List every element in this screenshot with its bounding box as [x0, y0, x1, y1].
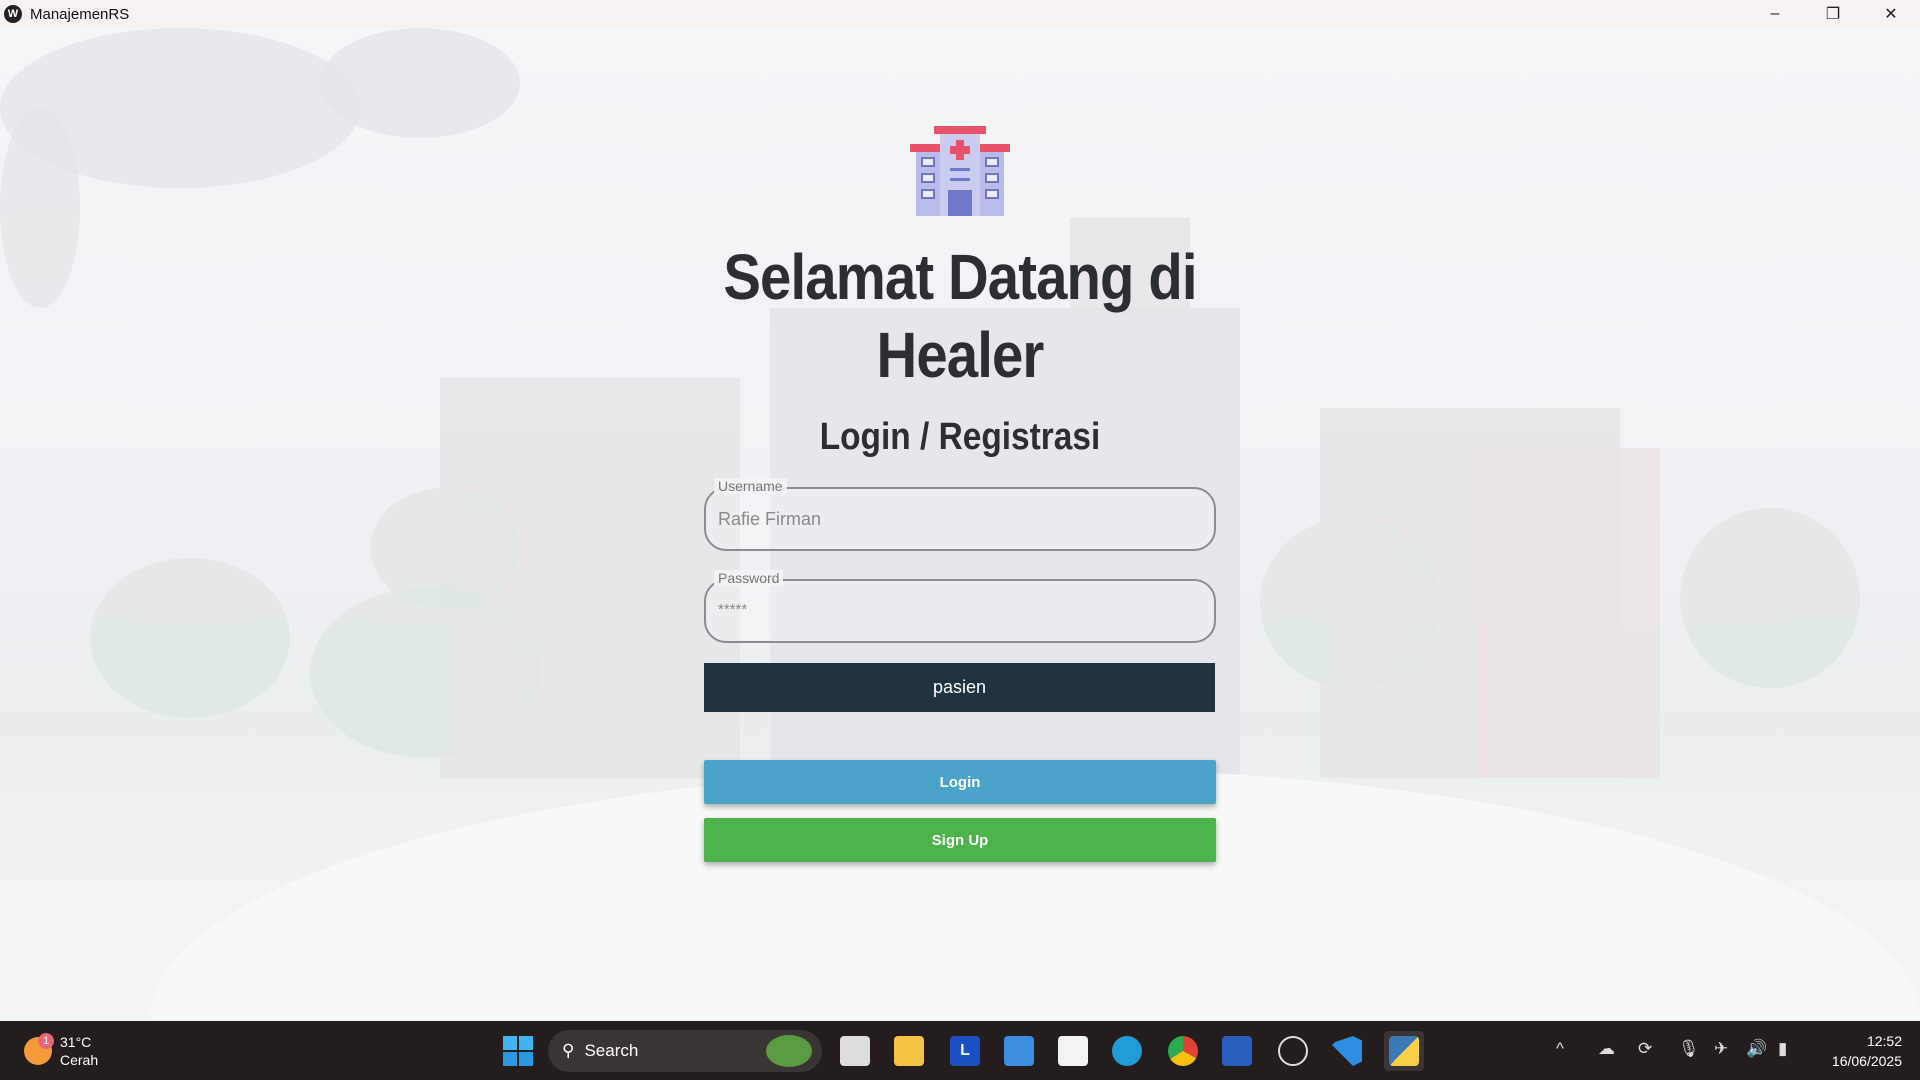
show-hidden-icons[interactable]: ^ [1556, 1039, 1564, 1059]
app-icon: W [4, 5, 22, 23]
weather-temp: 31°C [60, 1034, 92, 1050]
weather-desc: Cerah [60, 1052, 99, 1068]
turtle-icon [766, 1035, 812, 1067]
password-label: Password [714, 570, 784, 586]
battery-icon[interactable]: ▮ [1778, 1039, 1787, 1059]
signup-button[interactable]: Sign Up [704, 818, 1216, 862]
taskbar-search[interactable]: ⚲ Search [548, 1030, 822, 1072]
app-ai-button[interactable] [1002, 1031, 1036, 1071]
clock-time: 12:52 [1866, 1033, 1902, 1049]
taskbar: 1 31°C Cerah ⚲ Search L ^ ☁ ⟳ 🎙 ✈ 🔊 ▮ 12:5… [0, 1021, 1920, 1080]
obs-icon [1278, 1036, 1308, 1066]
word-icon [1222, 1036, 1252, 1066]
weather-badge: 1 [38, 1033, 54, 1049]
clock[interactable]: 12:52 16/06/2025 [1832, 1031, 1902, 1071]
welcome-line-1: Selamat Datang di [723, 241, 1197, 313]
start-button[interactable] [500, 1031, 536, 1071]
store-button[interactable] [1056, 1031, 1090, 1071]
word-button[interactable] [1220, 1031, 1254, 1071]
weather-icon: 1 [24, 1033, 54, 1065]
password-value: ***** [718, 601, 748, 618]
task-view-button[interactable] [838, 1031, 872, 1071]
chrome-icon [1168, 1036, 1198, 1066]
window-title: ManajemenRS [30, 5, 130, 23]
login-subtitle: Login / Registrasi [819, 416, 1101, 458]
edge-button[interactable] [1110, 1031, 1144, 1071]
python-app-button[interactable] [1384, 1031, 1424, 1071]
store-icon [1058, 1036, 1088, 1066]
volume-icon[interactable]: 🔊 [1746, 1039, 1767, 1059]
ai-app-icon [1004, 1036, 1034, 1066]
python-icon [1389, 1036, 1419, 1066]
welcome-line-2: Healer [876, 319, 1045, 391]
title-bar: W ManajemenRS – ❐ ✕ [0, 0, 1920, 28]
username-value: Rafie Firman [718, 509, 822, 529]
microphone-icon[interactable]: 🎙 [1678, 1039, 1700, 1059]
username-label: Username [714, 478, 787, 494]
app-l-button[interactable]: L [948, 1031, 982, 1071]
windows-icon [503, 1036, 533, 1066]
chrome-button[interactable] [1166, 1031, 1200, 1071]
hospital-logo-icon [910, 126, 1010, 216]
obs-button[interactable] [1276, 1031, 1310, 1071]
close-button[interactable]: ✕ [1862, 0, 1920, 28]
search-icon: ⚲ [562, 1041, 575, 1060]
folder-icon [894, 1036, 924, 1066]
vscode-button[interactable] [1330, 1031, 1364, 1071]
welcome-heading: Selamat Datang di Healer [608, 238, 1312, 394]
role-dropdown[interactable]: pasien [704, 663, 1215, 712]
minimize-button[interactable]: – [1746, 0, 1804, 28]
onedrive-icon[interactable]: ☁ [1598, 1039, 1615, 1059]
username-field[interactable]: Username Rafie Firman [704, 478, 1216, 551]
file-explorer-button[interactable] [892, 1031, 926, 1071]
l-app-icon: L [950, 1036, 980, 1066]
restore-button[interactable]: ❐ [1804, 0, 1862, 28]
weather-widget[interactable]: 1 31°C Cerah [24, 1031, 98, 1071]
task-view-icon [840, 1036, 870, 1066]
clock-date: 16/06/2025 [1831, 1053, 1902, 1069]
edge-icon [1112, 1036, 1142, 1066]
password-field[interactable]: Password ***** [704, 570, 1216, 643]
sync-icon[interactable]: ⟳ [1638, 1039, 1652, 1059]
vscode-icon [1332, 1036, 1362, 1066]
airplane-mode-icon[interactable]: ✈ [1714, 1039, 1728, 1059]
login-button[interactable]: Login [704, 760, 1216, 804]
search-placeholder: Search [584, 1041, 639, 1060]
